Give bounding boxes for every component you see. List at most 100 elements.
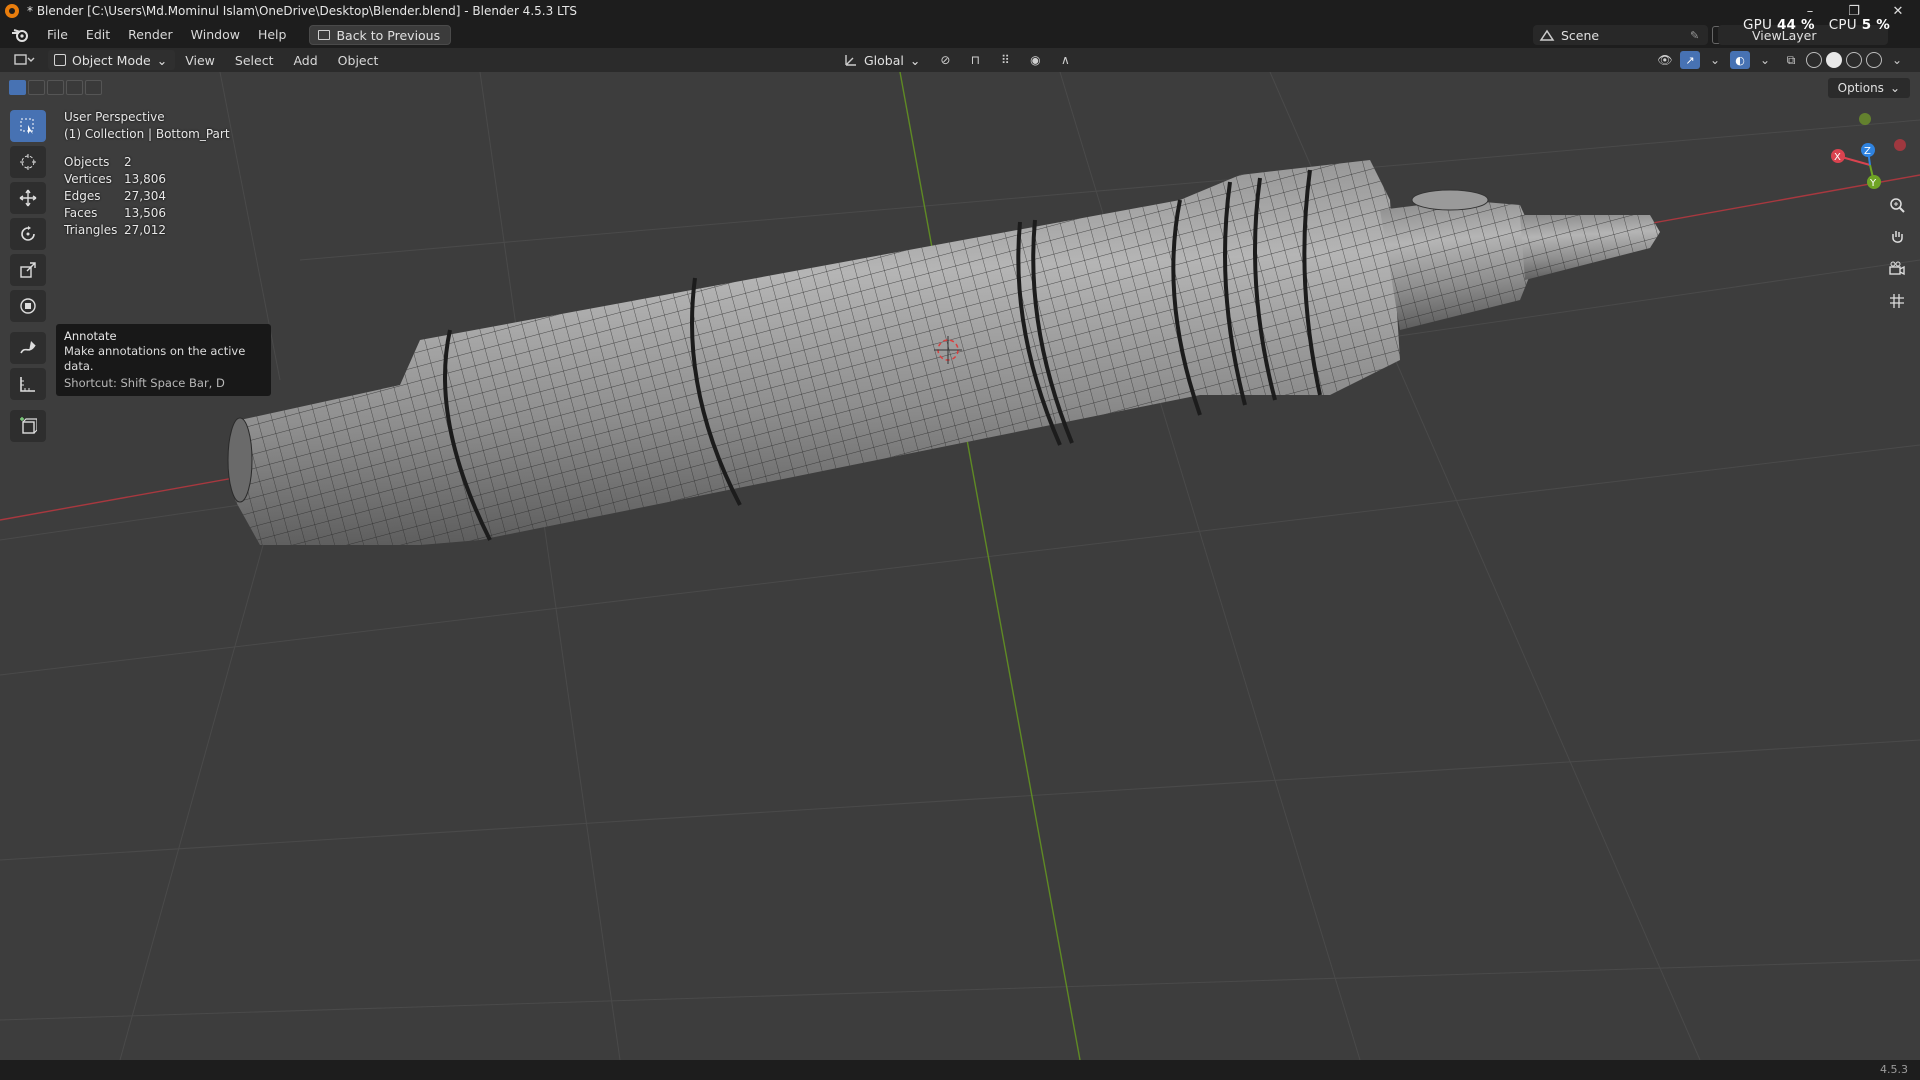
select-intersect-icon[interactable] bbox=[85, 80, 102, 95]
stat-vertices-label: Vertices bbox=[64, 172, 112, 186]
scene-icon bbox=[1533, 25, 1561, 45]
orientation-icon bbox=[845, 55, 856, 66]
overlay-toggle-icon[interactable]: ◐ bbox=[1730, 51, 1750, 69]
transform-icon[interactable] bbox=[10, 290, 46, 322]
viewport-menu-add[interactable]: Add bbox=[283, 53, 327, 68]
stat-vertices-value: 13,806 bbox=[124, 172, 166, 186]
proportional-edit-icon[interactable]: ◉ bbox=[1024, 51, 1046, 69]
xray-icon[interactable]: ⧉ bbox=[1780, 51, 1802, 69]
selection-mode-buttons bbox=[9, 80, 102, 95]
title-bar: * Blender [C:\Users\Md.Mominul Islam\One… bbox=[0, 0, 1920, 22]
scene-selector[interactable]: Scene ✎ bbox=[1533, 25, 1708, 45]
material-shading-icon[interactable] bbox=[1846, 52, 1862, 68]
falloff-icon[interactable]: ∧ bbox=[1054, 51, 1076, 69]
back-to-previous-button[interactable]: Back to Previous bbox=[309, 25, 452, 45]
stat-objects-label: Objects bbox=[64, 155, 110, 169]
blender-icon bbox=[5, 4, 19, 18]
viewport-info: User Perspective (1) Collection | Bottom… bbox=[64, 109, 230, 143]
blender-menu-icon[interactable] bbox=[10, 27, 30, 43]
cursor-icon[interactable] bbox=[10, 146, 46, 178]
menu-edit[interactable]: Edit bbox=[77, 24, 119, 46]
mode-dropdown[interactable]: Object Mode ⌄ bbox=[48, 50, 176, 70]
blender-window: * Blender [C:\Users\Md.Mominul Islam\One… bbox=[0, 0, 1920, 1080]
visibility-icon[interactable]: 👁 bbox=[1654, 51, 1676, 69]
select-extend-icon[interactable] bbox=[28, 80, 45, 95]
options-dropdown[interactable]: Options ⌄ bbox=[1827, 78, 1910, 98]
status-bar: 4.5.3 bbox=[0, 1060, 1920, 1080]
ortho-grid-icon[interactable] bbox=[1884, 288, 1910, 314]
snap-target-icon[interactable]: ⠿ bbox=[994, 51, 1016, 69]
viewport-menu-object[interactable]: Object bbox=[328, 53, 389, 68]
chevron-down-icon[interactable]: ⌄ bbox=[1704, 51, 1726, 69]
object-mode-icon bbox=[54, 54, 66, 66]
tool-shelf bbox=[10, 110, 46, 442]
stat-edges-label: Edges bbox=[64, 189, 101, 203]
pin-icon[interactable]: ✎ bbox=[1690, 29, 1708, 42]
wireframe-shading-icon[interactable] bbox=[1806, 52, 1822, 68]
rendered-shading-icon[interactable] bbox=[1866, 52, 1882, 68]
transform-orientation-label: Global bbox=[864, 52, 904, 68]
zoom-icon[interactable] bbox=[1884, 192, 1910, 218]
neg-y-gizmo-handle[interactable] bbox=[1859, 113, 1871, 125]
camera-icon[interactable] bbox=[1884, 256, 1910, 282]
select-invert-icon[interactable] bbox=[66, 80, 83, 95]
stat-triangles-value: 27,012 bbox=[124, 223, 166, 237]
measure-icon[interactable] bbox=[10, 368, 46, 400]
menu-window[interactable]: Window bbox=[182, 24, 249, 46]
gpu-label: GPU bbox=[1742, 17, 1773, 33]
active-collection-label: (1) Collection | Bottom_Part bbox=[64, 127, 230, 141]
viewport-menu-view[interactable]: View bbox=[175, 53, 225, 68]
select-box-icon[interactable] bbox=[10, 110, 46, 142]
snap-icon[interactable]: ⊓ bbox=[964, 51, 986, 69]
solid-shading-icon[interactable] bbox=[1826, 52, 1842, 68]
stat-faces-value: 13,506 bbox=[124, 206, 166, 220]
gizmo-x-label: X bbox=[1834, 152, 1841, 163]
tooltip-title: Annotate bbox=[64, 329, 117, 343]
gizmo-toggle-icon[interactable]: ↗ bbox=[1680, 51, 1700, 69]
rotate-icon[interactable] bbox=[10, 218, 46, 250]
gizmo-y-label: Y bbox=[1869, 178, 1877, 189]
menu-render[interactable]: Render bbox=[119, 24, 182, 46]
cpu-label: CPU bbox=[1828, 17, 1857, 33]
performance-readout: GPU 44 % CPU 5 % bbox=[1743, 17, 1890, 33]
move-icon[interactable] bbox=[10, 182, 46, 214]
transform-tools: Global ⌄ ⊘ ⊓ ⠿ ◉ ∧ bbox=[838, 50, 1076, 70]
select-subtract-icon[interactable] bbox=[47, 80, 64, 95]
scale-icon[interactable] bbox=[10, 254, 46, 286]
editor-type-icon[interactable] bbox=[8, 50, 42, 70]
annotate-tooltip: Annotate Make annotations on the active … bbox=[56, 324, 271, 396]
chevron-down-icon: ⌄ bbox=[1889, 81, 1900, 95]
screen-icon bbox=[318, 30, 331, 40]
y-axis-line bbox=[899, 72, 1081, 1060]
menu-file[interactable]: File bbox=[38, 24, 77, 46]
gizmo-z-label: Z bbox=[1864, 146, 1871, 157]
mesh-object-bottom-part[interactable] bbox=[227, 160, 1660, 545]
annotate-icon[interactable] bbox=[10, 332, 46, 364]
menu-help[interactable]: Help bbox=[249, 24, 296, 46]
scene-name[interactable]: Scene bbox=[1561, 28, 1690, 43]
view-perspective-label: User Perspective bbox=[64, 110, 165, 124]
version-label: 4.5.3 bbox=[1880, 1063, 1908, 1076]
stat-triangles-label: Triangles bbox=[64, 223, 118, 237]
stat-faces-label: Faces bbox=[64, 206, 98, 220]
3d-viewport[interactable]: X Y Z bbox=[0, 72, 1920, 1060]
top-bar: File Edit Render Window Help Back to Pre… bbox=[0, 22, 1920, 48]
stat-objects-value: 2 bbox=[124, 155, 132, 169]
tooltip-description: Make annotations on the active data. bbox=[64, 344, 246, 373]
chevron-down-icon[interactable]: ⌄ bbox=[1886, 51, 1908, 69]
scene-statistics: Objects 2 Vertices 13,806 Edges 27,304 Face… bbox=[64, 154, 166, 239]
gpu-value: 44 % bbox=[1776, 17, 1815, 33]
neg-x-gizmo-handle[interactable] bbox=[1894, 139, 1906, 151]
viewport-navigation bbox=[1884, 192, 1910, 314]
tooltip-shortcut: Shortcut: Shift Space Bar, D bbox=[64, 376, 225, 390]
mode-label: Object Mode bbox=[72, 52, 151, 68]
select-new-icon[interactable] bbox=[9, 80, 26, 95]
options-label: Options bbox=[1837, 81, 1884, 95]
pan-icon[interactable] bbox=[1884, 224, 1910, 250]
pivot-icon[interactable]: ⊘ bbox=[934, 51, 956, 69]
viewport-display-tools: 👁 ↗ ⌄ ◐ ⌄ ⧉ ⌄ bbox=[1654, 50, 1908, 70]
transform-orientation-dropdown[interactable]: Global ⌄ bbox=[838, 53, 926, 68]
viewport-menu-select[interactable]: Select bbox=[225, 53, 284, 68]
chevron-down-icon[interactable]: ⌄ bbox=[1754, 51, 1776, 69]
add-cube-icon[interactable] bbox=[10, 410, 46, 442]
